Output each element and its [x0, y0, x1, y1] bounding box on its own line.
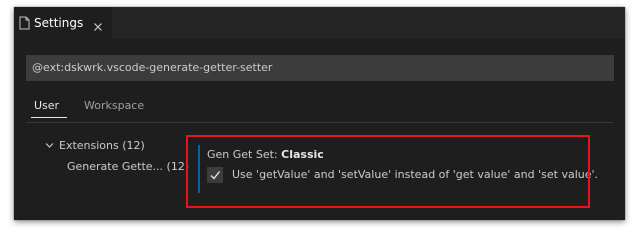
editor-tab-bar: Settings — [14, 7, 625, 39]
toc-item-generate-getter[interactable]: Generate Gette... (12) — [67, 160, 189, 174]
close-icon[interactable] — [93, 17, 103, 31]
tab-workspace[interactable]: Workspace — [84, 99, 144, 113]
divider — [26, 122, 613, 123]
active-tab-indicator — [31, 117, 67, 118]
highlight-box — [186, 135, 590, 208]
toc-extensions-label: Extensions (12) — [59, 139, 145, 152]
file-icon — [19, 15, 30, 34]
scope-tabs: User Workspace — [26, 95, 613, 121]
settings-search-input[interactable]: @ext:dskwrk.vscode-generate-getter-sette… — [26, 55, 614, 81]
tab-label: Settings — [34, 16, 84, 30]
toc-extensions[interactable]: Extensions (12) — [45, 139, 145, 153]
chevron-down-icon — [45, 139, 55, 153]
settings-window: Settings @ext:dskwrk.vscode-generate-get… — [14, 7, 625, 220]
tab-user[interactable]: User — [34, 99, 59, 113]
tab-settings[interactable]: Settings — [14, 7, 112, 39]
search-value: @ext:dskwrk.vscode-generate-getter-sette… — [32, 61, 273, 74]
